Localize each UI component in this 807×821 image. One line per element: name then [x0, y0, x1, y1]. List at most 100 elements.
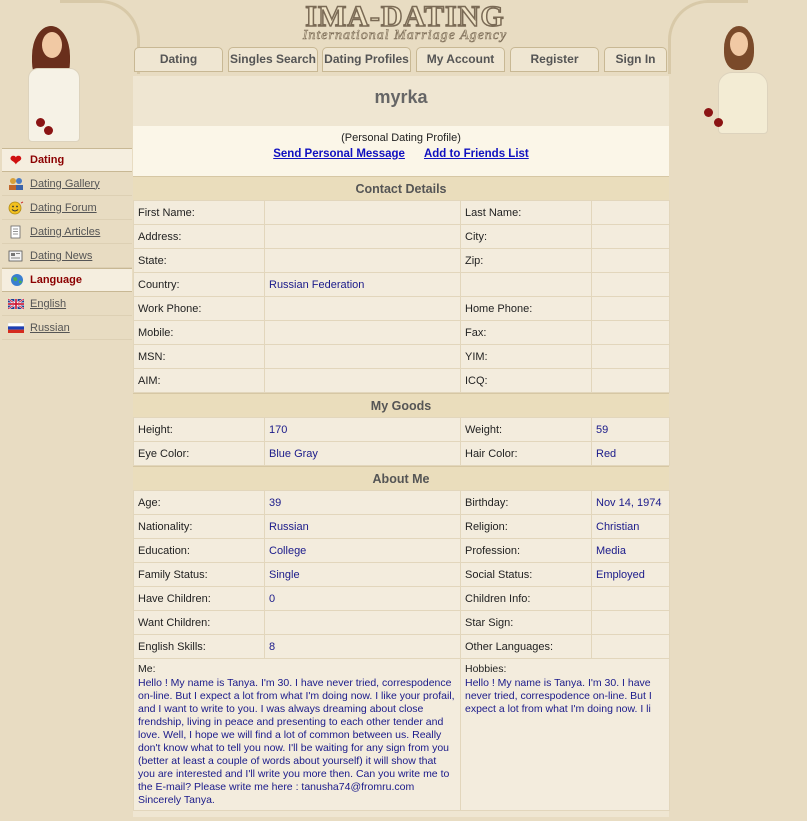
field-label: English Skills:	[133, 634, 265, 659]
me-cell: Me: Hello ! My name is Tanya. I'm 30. I …	[133, 658, 461, 811]
field-value: Employed	[591, 562, 670, 587]
smiley-icon	[8, 201, 24, 215]
field-label: Star Sign:	[460, 610, 592, 635]
field-label: Children Info:	[460, 586, 592, 611]
sidebar-item-russian[interactable]: Russian	[2, 316, 132, 340]
field-label: Eye Color:	[133, 441, 265, 466]
hobbies-cell: Hobbies: Hello ! My name is Tanya. I'm 3…	[460, 658, 670, 811]
uk-flag-icon	[7, 297, 25, 311]
field-value	[591, 200, 670, 225]
send-message-link[interactable]: Send Personal Message	[273, 148, 405, 160]
field-label: Fax:	[460, 320, 592, 345]
field-value	[591, 610, 670, 635]
nav-tab-singles-search[interactable]: Singles Search	[228, 47, 318, 72]
field-value	[264, 320, 461, 345]
field-label: Want Children:	[133, 610, 265, 635]
nav-tab-my-account[interactable]: My Account	[416, 47, 505, 72]
news-icon	[8, 249, 24, 263]
contact-row: First Name: Last Name:	[133, 200, 670, 225]
sidebar-item-label[interactable]: Russian	[30, 322, 70, 334]
field-label: First Name:	[133, 200, 265, 225]
profile-type-label: (Personal Dating Profile)	[341, 132, 461, 144]
about-row: Family Status: Single Social Status: Employ…	[133, 562, 670, 587]
contact-row: Mobile: Fax:	[133, 320, 670, 345]
field-value	[264, 224, 461, 249]
field-value	[264, 344, 461, 369]
goods-row: Height: 170 Weight: 59	[133, 417, 670, 442]
article-icon	[8, 225, 24, 239]
field-label: MSN:	[133, 344, 265, 369]
field-value	[591, 634, 670, 659]
right-model-photo	[688, 24, 776, 136]
profile-name: myrka	[133, 76, 669, 126]
nav-tab-dating[interactable]: Dating	[134, 47, 223, 72]
field-value	[264, 368, 461, 393]
sidebar-item-dating-articles[interactable]: Dating Articles	[2, 220, 132, 244]
add-to-friends-link[interactable]: Add to Friends List	[424, 148, 529, 160]
field-label: Address:	[133, 224, 265, 249]
field-value	[591, 320, 670, 345]
sidebar-item-label[interactable]: Dating Articles	[30, 226, 100, 238]
nav-tab-sign-in[interactable]: Sign In	[604, 47, 667, 72]
field-label: Work Phone:	[133, 296, 265, 321]
sidebar-dating-title: Dating	[30, 154, 65, 166]
about-row: Have Children: 0 Children Info:	[133, 586, 670, 611]
hobbies-text: Hello ! My name is Tanya. I'm 30. I have…	[465, 677, 652, 715]
goods-row: Eye Color: Blue Gray Hair Color: Red	[133, 441, 670, 466]
profile-actions: (Personal Dating Profile) Send Personal …	[133, 126, 669, 176]
nav-tab-register[interactable]: Register	[510, 47, 599, 72]
field-label: Hair Color:	[460, 441, 592, 466]
nav-tab-dating-profiles[interactable]: Dating Profiles	[322, 47, 411, 72]
sidebar-item-english[interactable]: English	[2, 292, 132, 316]
about-row: Nationality: Russian Religion: Christian	[133, 514, 670, 539]
heart-icon: ❤	[10, 152, 22, 168]
field-label: Religion:	[460, 514, 592, 539]
hobbies-label: Hobbies:	[465, 663, 507, 675]
field-value: 59	[591, 417, 670, 442]
field-label: Mobile:	[133, 320, 265, 345]
field-value	[591, 296, 670, 321]
sidebar-item-dating-gallery[interactable]: Dating Gallery	[2, 172, 132, 196]
sidebar-item-label[interactable]: Dating Gallery	[30, 178, 100, 190]
field-label: State:	[133, 248, 265, 273]
field-label: Family Status:	[133, 562, 265, 587]
my-goods-table: Height: 170 Weight: 59 Eye Color: Blue Gray Ha…	[133, 417, 670, 466]
field-value	[264, 200, 461, 225]
field-label: Height:	[133, 417, 265, 442]
field-label: Weight:	[460, 417, 592, 442]
field-value	[591, 224, 670, 249]
contact-row: Address: City:	[133, 224, 670, 249]
sidebar-item-label[interactable]: Dating News	[30, 250, 92, 262]
field-label: YIM:	[460, 344, 592, 369]
field-value	[591, 272, 670, 297]
contact-row: Work Phone: Home Phone:	[133, 296, 670, 321]
field-value: Media	[591, 538, 670, 563]
sidebar-item-label[interactable]: English	[30, 298, 66, 310]
contact-details-table: First Name: Last Name: Address: City: State:…	[133, 200, 670, 393]
contact-details-heading: Contact Details	[133, 176, 669, 200]
field-label: Age:	[133, 490, 265, 515]
field-value	[264, 248, 461, 273]
sidebar-item-dating-news[interactable]: Dating News	[2, 244, 132, 268]
field-value: Blue Gray	[264, 441, 461, 466]
field-value	[264, 296, 461, 321]
about-me-table: Age: 39 Birthday: Nov 14, 1974 Nationality: R…	[133, 490, 670, 811]
field-value: 170	[264, 417, 461, 442]
about-row: Want Children: Star Sign:	[133, 610, 670, 635]
field-label: Last Name:	[460, 200, 592, 225]
russia-flag-icon	[7, 321, 25, 335]
sidebar-item-dating-forum[interactable]: Dating Forum	[2, 196, 132, 220]
sidebar-dating-header: ❤ Dating	[2, 148, 132, 172]
site-logo-subtitle: International Marriage Agency	[302, 28, 508, 44]
field-label: Social Status:	[460, 562, 592, 587]
field-label: Other Languages:	[460, 634, 592, 659]
sidebar-item-label[interactable]: Dating Forum	[30, 202, 97, 214]
my-goods-heading: My Goods	[133, 393, 669, 417]
field-value	[591, 586, 670, 611]
field-label: Birthday:	[460, 490, 592, 515]
profile-footer-bar	[133, 811, 669, 817]
field-value: 0	[264, 586, 461, 611]
contact-row: State: Zip:	[133, 248, 670, 273]
field-value: College	[264, 538, 461, 563]
field-value	[264, 610, 461, 635]
